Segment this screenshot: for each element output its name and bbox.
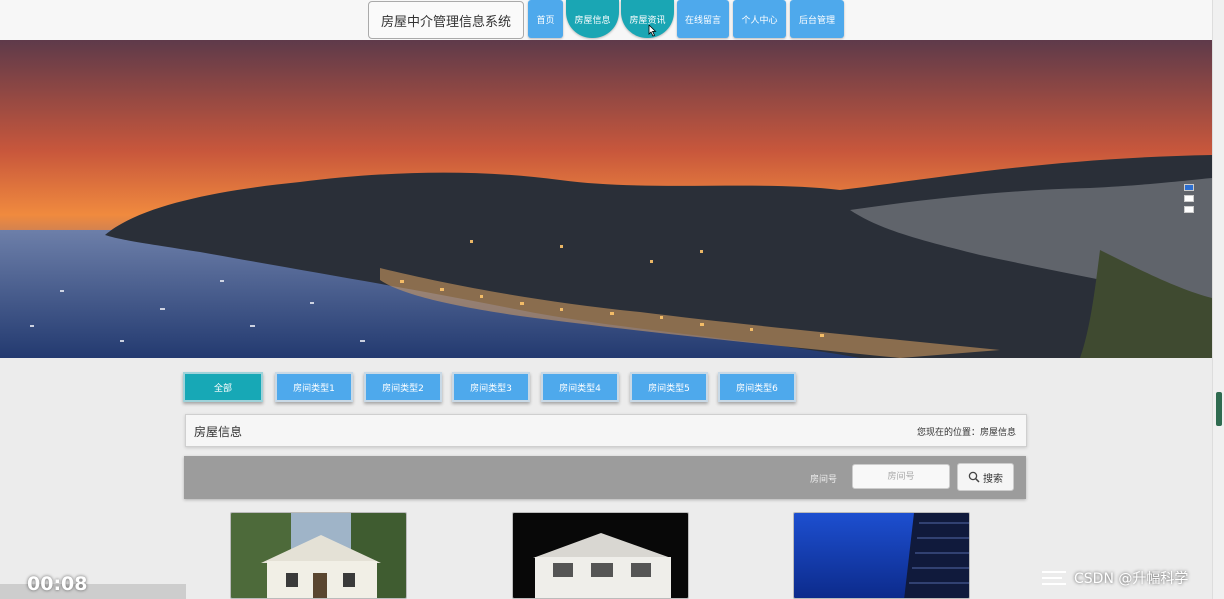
banner-pagination [1184,184,1194,213]
nav-home[interactable]: 首页 [528,0,563,38]
section-header: 房屋信息 您现在的位置： 房屋信息 [185,414,1027,447]
nav-message-board[interactable]: 在线留言 [677,0,729,38]
listing-card-2[interactable] [512,512,689,599]
menu-lines-icon [1042,571,1066,585]
category-tab-room-type-4[interactable]: 房间类型4 [541,372,619,402]
search-bar: 房间号 搜索 [184,456,1026,499]
search-button-label: 搜索 [983,473,1003,485]
category-tab-room-type-3[interactable]: 房间类型3 [452,372,530,402]
banner-dot-3[interactable] [1184,206,1194,213]
search-icon [968,471,980,483]
category-tab-room-type-1[interactable]: 房间类型1 [275,372,353,402]
site-brand[interactable]: 房屋中介管理信息系统 [368,1,524,39]
banner-dot-1[interactable] [1184,184,1194,191]
category-tab-all[interactable]: 全部 [183,372,263,402]
banner-dot-2[interactable] [1184,195,1194,202]
nav-house-news[interactable]: 房屋资讯 [621,0,674,38]
category-tab-room-type-5[interactable]: 房间类型5 [630,372,708,402]
listing-card-1[interactable] [230,512,407,599]
search-label: 房间号 [810,475,838,485]
breadcrumb-current[interactable]: 房屋信息 [980,425,1016,438]
search-button[interactable]: 搜索 [957,463,1014,491]
listing-card-3[interactable] [793,512,970,599]
nav-personal-center[interactable]: 个人中心 [733,0,786,38]
top-nav: 房屋中介管理信息系统 首页 房屋信息 房屋资讯 在线留言 个人中心 后台管理 [0,0,1212,40]
category-tab-room-type-2[interactable]: 房间类型2 [364,372,442,402]
watermark-text: CSDN @升幅科学 [1074,571,1189,587]
video-timestamp: 00:08 [27,573,88,595]
breadcrumb: 您现在的位置： 房屋信息 [917,425,1016,438]
category-tab-room-type-6[interactable]: 房间类型6 [718,372,796,402]
page-scrollbar[interactable] [1212,0,1224,599]
banner-image [0,40,1212,358]
section-title: 房屋信息 [194,425,243,439]
breadcrumb-prefix: 您现在的位置： [916,428,980,438]
house-model-photo [513,513,688,598]
nav-house-info[interactable]: 房屋信息 [566,0,619,38]
white-villa-photo [231,513,406,598]
nav-admin[interactable]: 后台管理 [790,0,844,38]
room-number-input[interactable] [852,464,950,489]
banner-carousel[interactable] [0,40,1212,358]
blue-glass-building-photo [794,513,969,598]
watermark: CSDN @升幅科学 [1040,568,1188,588]
scrollbar-thumb[interactable] [1216,392,1222,426]
